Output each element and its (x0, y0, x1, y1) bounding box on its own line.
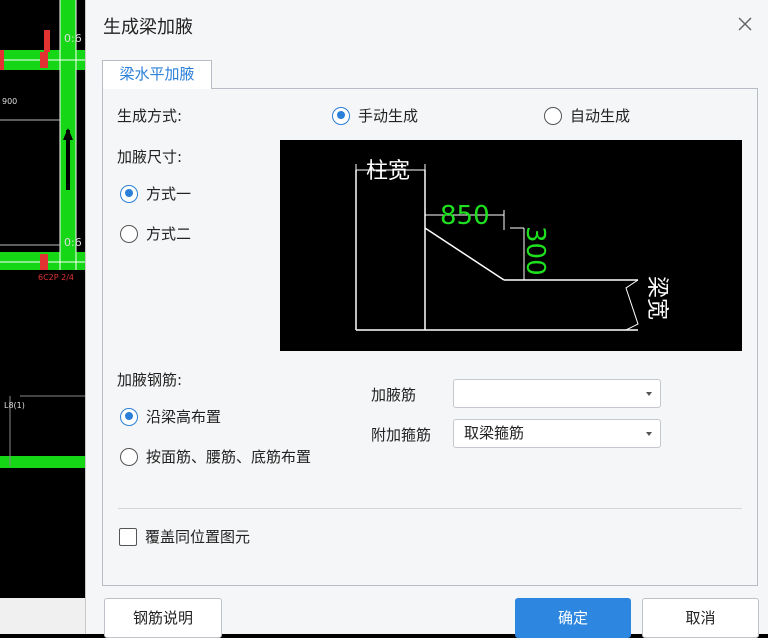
radio-style-one[interactable]: 方式一 (120, 183, 191, 204)
checkbox-label: 覆盖同位置图元 (145, 528, 251, 546)
radio-by-face-waist-bottom[interactable]: 按面筋、腰筋、底筋布置 (120, 446, 311, 467)
radio-label: 手动生成 (358, 107, 419, 125)
ok-button[interactable]: 确定 (515, 598, 631, 638)
stirrup-select[interactable]: 取梁箍筋 (453, 419, 661, 448)
beam-width-label: 梁宽 (644, 276, 669, 320)
cad-text: 900 (2, 97, 17, 106)
haunch-height-value: 300 (520, 226, 550, 276)
stirrup-label: 附加箍筋 (371, 426, 432, 444)
chevron-down-icon (646, 392, 652, 396)
cad-text: 0:6 (64, 32, 82, 45)
close-button[interactable] (733, 12, 757, 36)
dialog: 生成梁加腋 梁水平加腋 生成方式: 手动生成 自动生成 加腋尺寸: 方式一 方式… (85, 0, 768, 638)
haunch-diagram: 柱宽 850 300 梁宽 (355, 159, 669, 331)
radio-circle (120, 447, 138, 466)
tab-beam-horizontal-haunch[interactable]: 梁水平加腋 (102, 60, 212, 89)
overwrite-checkbox[interactable]: 覆盖同位置图元 (119, 526, 250, 547)
select-value: 取梁箍筋 (464, 424, 525, 442)
generation-label: 生成方式: (117, 107, 183, 125)
radio-circle (120, 184, 138, 203)
radio-manual[interactable]: 手动生成 (332, 105, 418, 126)
cad-text: L8(1) (4, 401, 25, 410)
radio-along-beam-height[interactable]: 沿梁高布置 (120, 406, 221, 427)
dialog-title: 生成梁加腋 (103, 17, 193, 38)
column-width-label: 柱宽 (366, 159, 410, 184)
radio-style-two[interactable]: 方式二 (120, 223, 191, 244)
radio-label: 沿梁高布置 (146, 408, 222, 426)
cad-text: 6C2P 2/4 (38, 273, 74, 282)
haunch-bar-label: 加腋筋 (371, 386, 417, 404)
radio-label: 按面筋、腰筋、底筋布置 (146, 448, 312, 466)
rebar-help-button[interactable]: 钢筋说明 (104, 598, 222, 638)
close-icon (738, 17, 752, 31)
haunch-length-value: 850 (440, 201, 490, 231)
checkbox-box (119, 527, 137, 546)
divider (118, 508, 742, 509)
rebar-label: 加腋钢筋: (117, 371, 183, 389)
radio-auto[interactable]: 自动生成 (544, 105, 630, 126)
cancel-button[interactable]: 取消 (642, 598, 759, 638)
haunch-bar-select[interactable] (453, 379, 661, 408)
radio-circle (332, 106, 350, 125)
chevron-down-icon (646, 432, 652, 436)
radio-circle (120, 407, 138, 426)
size-label: 加腋尺寸: (117, 148, 183, 166)
cad-text: 0:6 (64, 236, 82, 249)
radio-circle (544, 106, 562, 125)
radio-circle (120, 224, 138, 243)
haunch-preview: 柱宽 850 300 梁宽 (280, 140, 742, 351)
radio-label: 方式二 (146, 225, 192, 243)
radio-label: 方式一 (146, 185, 192, 203)
radio-label: 自动生成 (570, 107, 631, 125)
